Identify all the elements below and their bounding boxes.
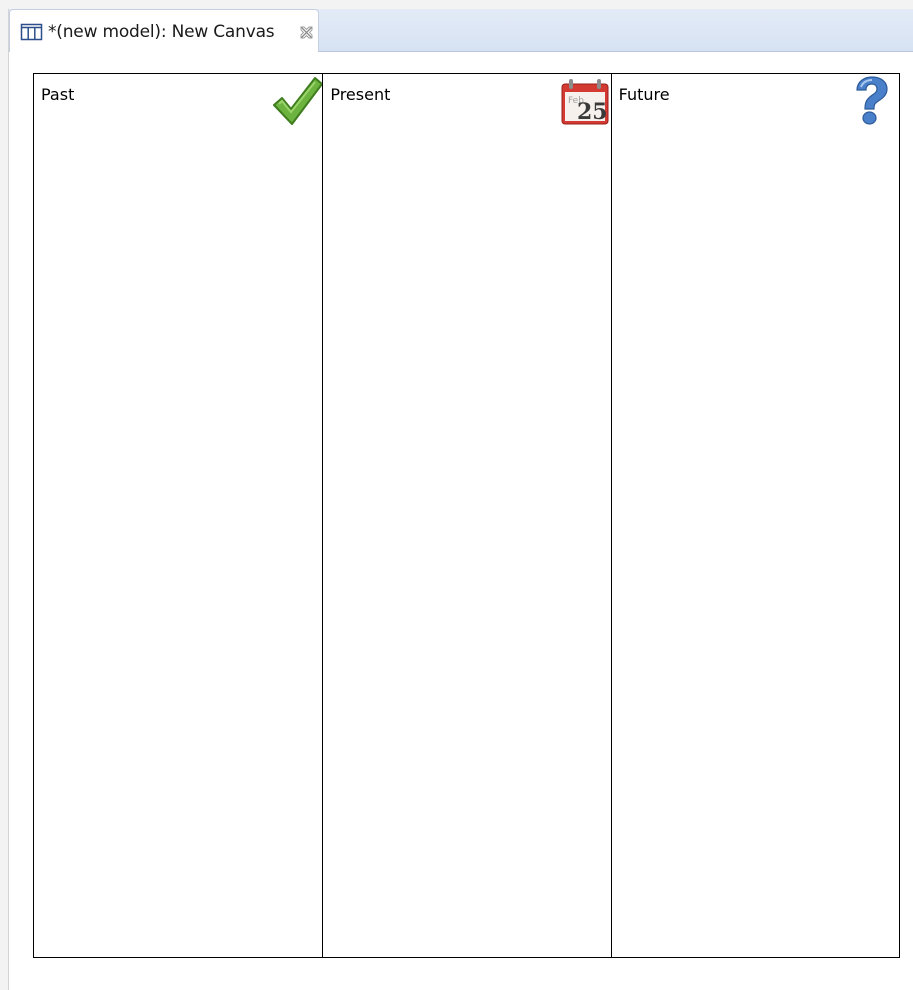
close-icon[interactable] [298, 24, 315, 41]
tab-title: *(new model): New Canvas [48, 22, 275, 42]
checkmark-icon [271, 74, 324, 131]
svg-text:25: 25 [577, 99, 608, 125]
editor-tab-new-canvas[interactable]: *(new model): New Canvas [9, 9, 319, 52]
question-mark-icon [852, 76, 890, 131]
window-left-edge [0, 9, 9, 990]
past-present-future-board: Past Present Feb 25 Future [33, 73, 900, 958]
canvas-editor: *(new model): New Canvas Past Present Fe… [0, 0, 913, 990]
window-top-edge [0, 0, 913, 9]
lane-present[interactable]: Present Feb 25 [322, 74, 611, 957]
lane-label-past: Past [41, 85, 75, 104]
lane-label-future: Future [618, 85, 670, 104]
lane-past[interactable]: Past [34, 74, 324, 957]
canvas-grid-icon [20, 23, 43, 41]
calendar-icon: Feb 25 [560, 76, 610, 131]
lane-label-present: Present [330, 85, 391, 104]
lane-future[interactable]: Future [610, 74, 899, 957]
